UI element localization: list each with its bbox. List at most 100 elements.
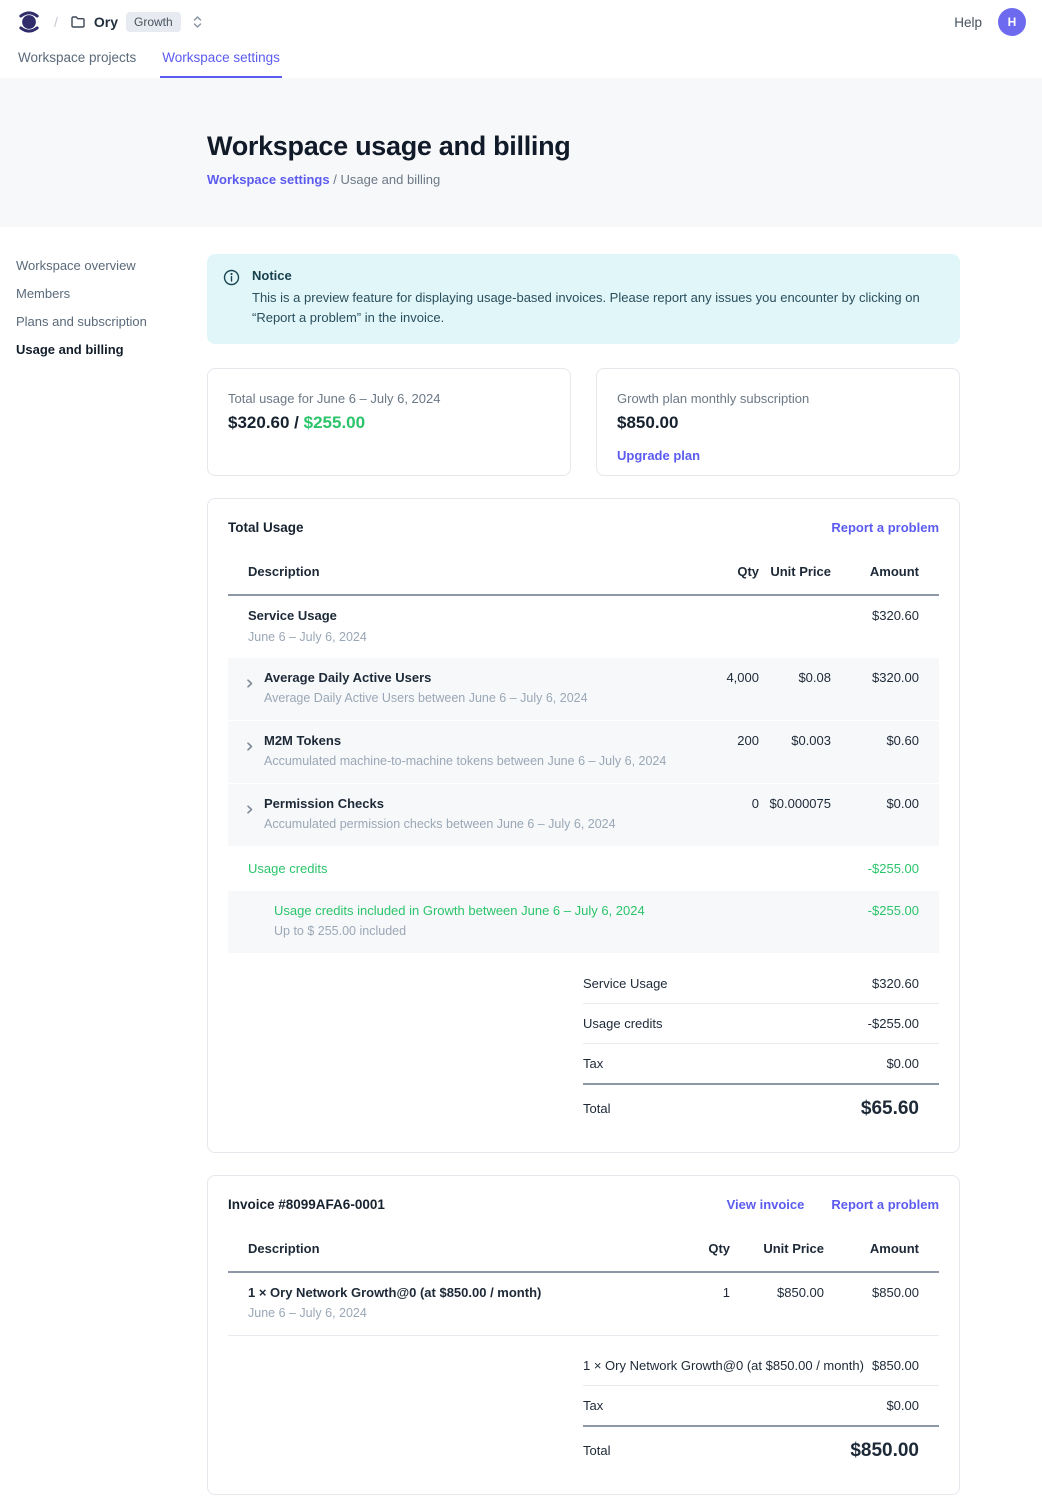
summary-row: Tax $0.00	[583, 1043, 939, 1083]
unfold-icon	[191, 15, 204, 29]
row-qty: 200	[689, 733, 759, 748]
content-column: Notice This is a preview feature for dis…	[207, 227, 960, 1495]
col-description: Description	[228, 564, 689, 579]
usage-table: Description Qty Unit Price Amount Servic…	[228, 550, 939, 954]
workspace-tab[interactable]: Workspace projects	[16, 44, 138, 78]
table-row: Service Usage June 6 – July 6, 2024 $320…	[228, 596, 939, 658]
breadcrumb-separator: /	[333, 172, 337, 187]
folder-icon	[70, 14, 86, 30]
plan-badge: Growth	[126, 12, 181, 32]
row-title: Average Daily Active Users	[264, 670, 588, 686]
row-subtitle: Up to $ 255.00 included	[274, 924, 831, 940]
row-subtitle: Average Daily Active Users between June …	[264, 691, 588, 707]
usage-amount: $320.60	[228, 413, 289, 432]
col-description: Description	[228, 1241, 680, 1256]
workspace-switcher[interactable]: Ory Growth	[70, 12, 204, 32]
row-unit-price: $0.000075	[759, 796, 831, 811]
table-row: Usage credits -$255.00	[228, 847, 939, 891]
plan-amount: $850.00	[617, 413, 939, 433]
summary-label: Usage credits	[583, 1016, 662, 1031]
workspace-name: Ory	[94, 14, 118, 30]
user-avatar[interactable]: H	[998, 8, 1026, 36]
table-row: M2M Tokens Accumulated machine-to-machin…	[228, 721, 939, 784]
workspace-tabs: Workspace projects Workspace settings	[0, 44, 1042, 78]
help-link[interactable]: Help	[954, 15, 982, 30]
chevron-right-icon[interactable]	[244, 678, 256, 707]
breadcrumb-separator: /	[54, 14, 58, 30]
summary-row: Total $850.00	[583, 1425, 939, 1468]
plan-label: Growth plan monthly subscription	[617, 391, 939, 406]
table-row: Average Daily Active Users Average Daily…	[228, 658, 939, 721]
sidebar-item[interactable]: Workspace overview	[16, 258, 207, 273]
summary-label: Tax	[583, 1398, 603, 1413]
summary-label: Service Usage	[583, 976, 668, 991]
col-unit-price: Unit Price	[759, 564, 831, 579]
row-subtitle: June 6 – July 6, 2024	[248, 630, 831, 646]
view-invoice-link[interactable]: View invoice	[727, 1197, 805, 1212]
report-problem-link[interactable]: Report a problem	[831, 520, 939, 535]
usage-table-body: Service Usage June 6 – July 6, 2024 $320…	[228, 596, 939, 954]
breadcrumb-link-settings[interactable]: Workspace settings	[207, 172, 330, 187]
summary-row: Total $65.60	[583, 1083, 939, 1126]
settings-sidebar: Workspace overview Members Plans and sub…	[16, 227, 207, 1495]
row-amount: $320.60	[831, 608, 939, 623]
row-amount: -$255.00	[831, 861, 939, 876]
invoice-title: Invoice #8099AFA6-0001	[228, 1197, 385, 1212]
summary-row: Usage credits -$255.00	[583, 1003, 939, 1043]
upgrade-plan-link[interactable]: Upgrade plan	[617, 448, 700, 463]
table-row: 1 × Ory Network Growth@0 (at $850.00 / m…	[228, 1273, 939, 1336]
usage-credit-amount: $255.00	[304, 413, 365, 432]
row-unit-price: $850.00	[730, 1285, 824, 1300]
col-amount: Amount	[824, 1241, 939, 1256]
usage-invoice-title: Total Usage	[228, 520, 304, 535]
row-subtitle: Accumulated machine-to-machine tokens be…	[264, 754, 666, 770]
total-usage-card: Total usage for June 6 – July 6, 2024 $3…	[207, 368, 571, 476]
total-usage-invoice-card: Total Usage Report a problem Description…	[207, 498, 960, 1153]
preview-notice: Notice This is a preview feature for dis…	[207, 254, 960, 344]
summary-label: Total	[583, 1443, 610, 1458]
sidebar-item[interactable]: Plans and subscription	[16, 314, 207, 329]
row-title: Permission Checks	[264, 796, 616, 812]
summary-value: $850.00	[872, 1358, 939, 1373]
row-qty: 4,000	[689, 670, 759, 685]
row-qty: 0	[689, 796, 759, 811]
subscription-invoice-card: Invoice #8099AFA6-0001 View invoice Repo…	[207, 1175, 960, 1495]
row-title: Usage credits	[248, 861, 831, 877]
main-area: Workspace overview Members Plans and sub…	[0, 227, 1042, 1511]
page-header: Workspace usage and billing Workspace se…	[0, 78, 1042, 227]
summary-value: $0.00	[886, 1398, 939, 1413]
invoice-table: Description Qty Unit Price Amount 1 × Or…	[228, 1227, 939, 1336]
usage-table-header: Description Qty Unit Price Amount	[228, 550, 939, 596]
workspace-tab[interactable]: Workspace settings	[160, 44, 282, 78]
breadcrumb-current: Usage and billing	[340, 172, 440, 187]
sidebar-item[interactable]: Members	[16, 286, 207, 301]
ory-logo-icon[interactable]	[16, 9, 42, 35]
info-icon	[223, 269, 240, 328]
summary-value: $65.60	[861, 1098, 939, 1120]
chevron-right-icon[interactable]	[244, 741, 256, 770]
row-subtitle: Accumulated permission checks between Ju…	[264, 817, 616, 833]
sidebar-item[interactable]: Usage and billing	[16, 342, 207, 357]
summary-label: 1 × Ory Network Growth@0 (at $850.00 / m…	[583, 1358, 864, 1373]
summary-row: 1 × Ory Network Growth@0 (at $850.00 / m…	[583, 1346, 939, 1385]
row-subtitle: June 6 – July 6, 2024	[248, 1306, 680, 1322]
row-amount: $0.00	[831, 796, 939, 811]
summary-value: $850.00	[850, 1440, 939, 1462]
total-usage-label: Total usage for June 6 – July 6, 2024	[228, 391, 550, 406]
row-title: Usage credits included in Growth between…	[274, 903, 831, 919]
chevron-right-icon[interactable]	[244, 804, 256, 833]
summary-value: $0.00	[886, 1056, 939, 1071]
row-unit-price: $0.003	[759, 733, 831, 748]
invoice-table-body: 1 × Ory Network Growth@0 (at $850.00 / m…	[228, 1273, 939, 1336]
usage-summary: Service Usage $320.60 Usage credits -$25…	[583, 964, 939, 1126]
row-qty: 1	[680, 1285, 730, 1300]
col-unit-price: Unit Price	[730, 1241, 824, 1256]
plan-subscription-card: Growth plan monthly subscription $850.00…	[596, 368, 960, 476]
summary-row: Service Usage $320.60	[583, 964, 939, 1003]
summary-label: Tax	[583, 1056, 603, 1071]
col-qty: Qty	[680, 1241, 730, 1256]
invoice-table-header: Description Qty Unit Price Amount	[228, 1227, 939, 1273]
row-title: Service Usage	[248, 608, 831, 624]
report-problem-link[interactable]: Report a problem	[831, 1197, 939, 1212]
row-amount: -$255.00	[831, 903, 939, 918]
